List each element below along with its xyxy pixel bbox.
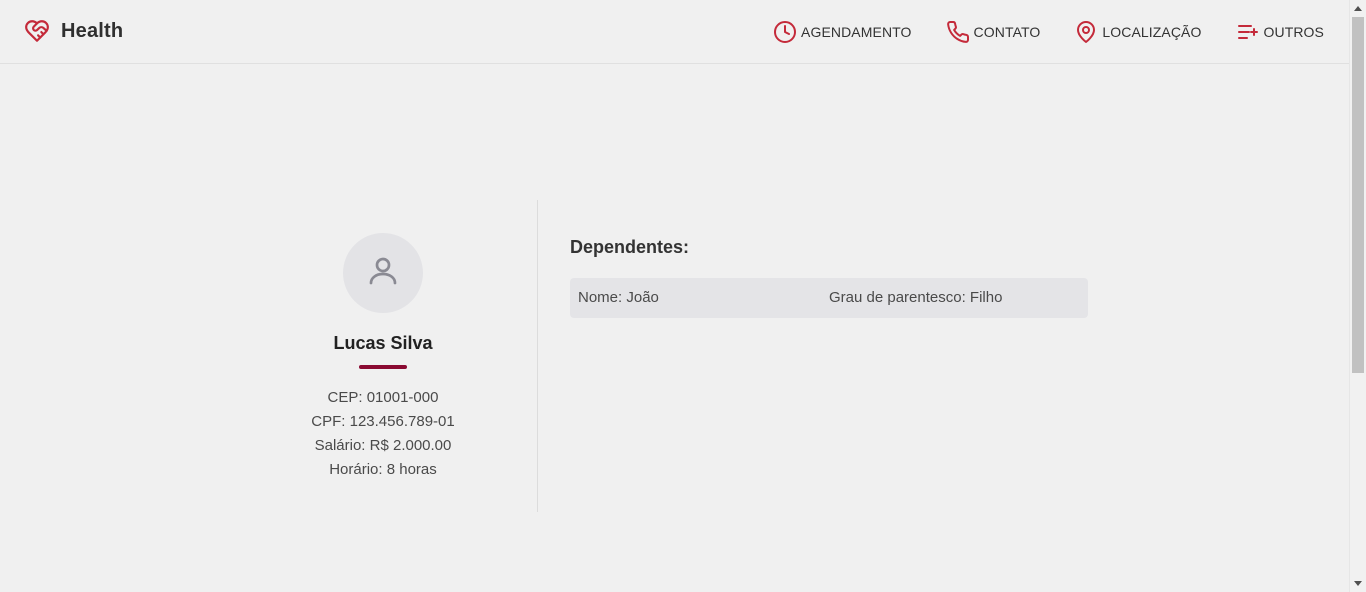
- page: Health AGENDAMENTO CONTATO LOCALIZAÇÃO O…: [0, 0, 1349, 592]
- nav-item-label: LOCALIZAÇÃO: [1102, 24, 1202, 40]
- scrollbar-thumb[interactable]: [1352, 17, 1364, 373]
- scroll-up-arrow-icon[interactable]: [1354, 6, 1362, 11]
- main-nav: AGENDAMENTO CONTATO LOCALIZAÇÃO OUTROS: [773, 20, 1324, 44]
- clock-icon: [773, 20, 797, 44]
- profile-card: Lucas Silva CEP: 01001-000 CPF: 123.456.…: [228, 200, 538, 512]
- vertical-scrollbar[interactable]: [1349, 0, 1366, 592]
- avatar: [343, 233, 423, 313]
- nav-item-agendamento[interactable]: AGENDAMENTO: [773, 20, 912, 44]
- dependent-row: Nome: João Grau de parentesco: Filho: [570, 278, 1088, 318]
- list-plus-icon: [1236, 20, 1260, 44]
- dependents-title: Dependentes:: [570, 237, 690, 257]
- nav-item-outros[interactable]: OUTROS: [1236, 20, 1325, 44]
- name-underline-divider: [359, 365, 407, 369]
- nav-item-contato[interactable]: CONTATO: [946, 20, 1041, 44]
- dependent-name: Nome: João: [578, 289, 659, 306]
- info-cpf: CPF: 123.456.789-01: [311, 413, 455, 430]
- scroll-down-arrow-icon[interactable]: [1354, 581, 1362, 586]
- nav-item-localizacao[interactable]: LOCALIZAÇÃO: [1074, 20, 1201, 44]
- brand-logo-link[interactable]: Health: [24, 18, 123, 44]
- profile-name: Lucas Silva: [333, 333, 433, 353]
- info-cep: CEP: 01001-000: [327, 389, 439, 406]
- map-pin-icon: [1074, 20, 1098, 44]
- info-horario: Horário: 8 horas: [329, 461, 437, 478]
- top-navbar: Health AGENDAMENTO CONTATO LOCALIZAÇÃO O…: [0, 0, 1349, 64]
- nav-item-label: OUTROS: [1263, 24, 1324, 40]
- nav-item-label: CONTATO: [973, 24, 1041, 40]
- profile-info-list: CEP: 01001-000 CPF: 123.456.789-01 Salár…: [228, 386, 538, 482]
- phone-icon: [946, 20, 970, 44]
- brand-name: Health: [61, 19, 124, 42]
- dependents-section: Dependentes: Nome: João Grau de parentes…: [570, 236, 1088, 318]
- nav-item-label: AGENDAMENTO: [801, 24, 912, 40]
- user-icon: [365, 253, 401, 294]
- heart-handshake-icon: [24, 18, 50, 44]
- info-salario: Salário: R$ 2.000.00: [314, 437, 452, 454]
- dependent-relation: Grau de parentesco: Filho: [829, 289, 1003, 306]
